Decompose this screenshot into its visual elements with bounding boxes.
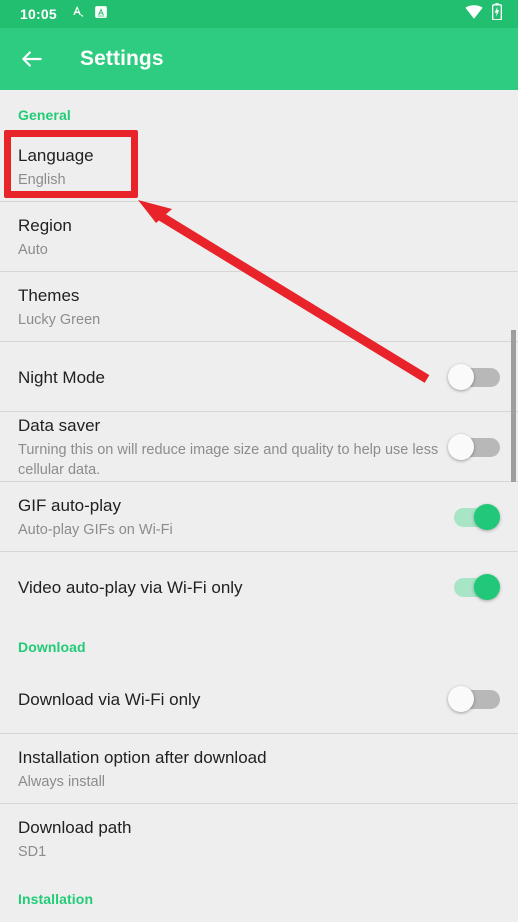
setting-title: Language <box>18 146 94 165</box>
status-bar-notification-icons <box>71 4 108 24</box>
toggle-knob <box>474 504 500 530</box>
setting-subtitle: Always install <box>18 774 106 790</box>
settings-list[interactable]: General Language English Region Auto The… <box>0 90 518 922</box>
row-texts: Data saver Turning this on will reduce i… <box>18 414 448 480</box>
setting-title: Data saver <box>18 416 101 435</box>
toggle-knob <box>448 364 474 390</box>
toggle-knob <box>474 574 500 600</box>
row-texts: GIF auto-play Auto-play GIFs on Wi-Fi <box>18 494 448 540</box>
row-texts: Installation option after download Alway… <box>18 746 500 792</box>
toggle-knob <box>448 686 474 712</box>
setting-title: Night Mode <box>18 367 105 387</box>
gif-auto-play-toggle[interactable] <box>448 503 500 531</box>
section-header-download: Download <box>18 639 86 655</box>
setting-row-installation-option[interactable]: Installation option after download Alway… <box>0 734 518 804</box>
row-texts: Themes Lucky Green <box>18 284 500 330</box>
setting-row-region[interactable]: Region Auto <box>0 202 518 272</box>
setting-row-themes[interactable]: Themes Lucky Green <box>0 272 518 342</box>
row-texts: Language English <box>18 144 500 190</box>
setting-title: Video auto-play via Wi-Fi only <box>18 577 243 597</box>
app-notification-icon <box>94 5 108 24</box>
video-auto-play-toggle[interactable] <box>448 573 500 601</box>
setting-subtitle: Auto <box>18 242 48 258</box>
setting-title: GIF auto-play <box>18 496 121 515</box>
row-texts: Night Mode <box>18 366 448 389</box>
setting-subtitle: Auto-play GIFs on Wi-Fi <box>18 522 173 538</box>
setting-row-data-saver[interactable]: Data saver Turning this on will reduce i… <box>0 412 518 482</box>
setting-subtitle: Lucky Green <box>18 312 101 328</box>
wifi-icon <box>465 4 483 24</box>
back-arrow-icon <box>22 51 42 67</box>
status-bar-system-icons <box>465 3 502 25</box>
night-mode-toggle[interactable] <box>448 363 500 391</box>
row-texts: Download path SD1 <box>18 816 500 862</box>
setting-row-night-mode[interactable]: Night Mode <box>0 342 518 412</box>
setting-title: Installation option after download <box>18 748 267 767</box>
app-bar: Settings <box>0 28 518 90</box>
status-bar-clock: 10:05 <box>20 6 57 22</box>
translate-notification-icon <box>71 4 86 24</box>
setting-title: Download path <box>18 818 132 837</box>
setting-row-video-auto-play[interactable]: Video auto-play via Wi-Fi only <box>0 552 518 622</box>
back-button[interactable] <box>8 35 56 83</box>
row-texts: Video auto-play via Wi-Fi only <box>18 576 448 599</box>
setting-row-download-path[interactable]: Download path SD1 <box>0 804 518 874</box>
setting-subtitle: SD1 <box>18 844 47 860</box>
status-bar: 10:05 <box>0 0 518 28</box>
setting-title: Download via Wi-Fi only <box>18 689 201 709</box>
setting-row-download-via-wifi[interactable]: Download via Wi-Fi only <box>0 664 518 734</box>
section-header-general: General <box>18 107 71 123</box>
list-scrollbar[interactable] <box>511 330 516 482</box>
battery-charging-icon <box>492 3 502 25</box>
row-texts: Region Auto <box>18 214 500 260</box>
page-title: Settings <box>80 47 164 70</box>
toggle-knob <box>448 434 474 460</box>
data-saver-toggle[interactable] <box>448 433 500 461</box>
settings-screen: 10:05 Settings General Language English … <box>0 0 518 922</box>
row-texts: Download via Wi-Fi only <box>18 688 448 711</box>
setting-row-language[interactable]: Language English <box>0 132 518 202</box>
setting-title: Themes <box>18 286 80 305</box>
setting-subtitle: Turning this on will reduce image size a… <box>18 442 439 478</box>
download-via-wifi-toggle[interactable] <box>448 685 500 713</box>
setting-subtitle: English <box>18 172 66 188</box>
section-header-installation: Installation <box>18 891 94 907</box>
setting-row-gif-auto-play[interactable]: GIF auto-play Auto-play GIFs on Wi-Fi <box>0 482 518 552</box>
setting-title: Region <box>18 216 72 235</box>
